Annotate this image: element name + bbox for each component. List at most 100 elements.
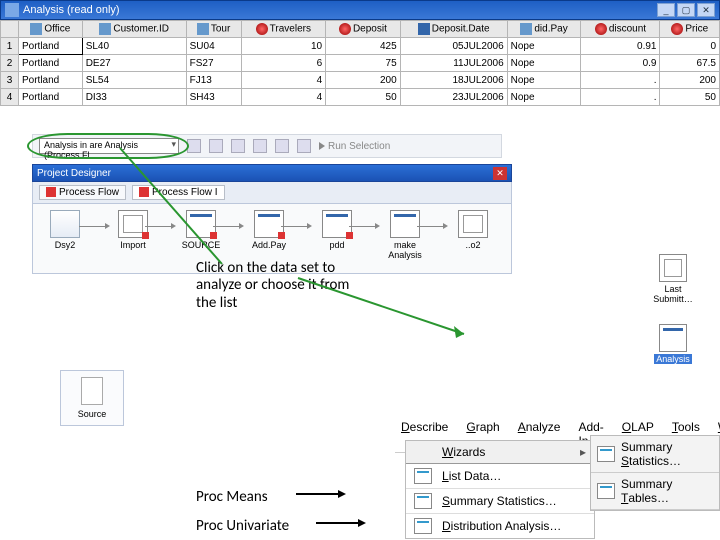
- toolbar-icon[interactable]: [297, 139, 311, 153]
- cell[interactable]: SH43: [186, 89, 241, 106]
- cell[interactable]: 05JUL2006: [400, 38, 507, 55]
- cell[interactable]: Portland: [19, 89, 83, 106]
- menu-item-summary-tables-wiz[interactable]: Summary Tables…: [591, 473, 719, 510]
- cell[interactable]: DI33: [82, 89, 186, 106]
- cell[interactable]: Portland: [19, 72, 83, 89]
- flow-node[interactable]: Dsy2: [43, 210, 87, 250]
- secondary-toolbar: Analysis in are Analysis (Process Fl… Ru…: [32, 134, 502, 158]
- cell[interactable]: Nope: [507, 89, 581, 106]
- cell[interactable]: DE27: [82, 55, 186, 72]
- cell[interactable]: 75: [326, 55, 401, 72]
- run-selection-button[interactable]: Run Selection: [319, 141, 390, 152]
- cell[interactable]: FS27: [186, 55, 241, 72]
- menu-item-summary-statistics-wiz[interactable]: Summary Statistics…: [591, 436, 719, 473]
- node-icon: [659, 254, 687, 282]
- flow-node[interactable]: ..o2: [451, 210, 495, 250]
- table-row[interactable]: 2 Portland DE27 FS27 6 75 11JUL2006 Nope…: [1, 55, 720, 72]
- menu-item-summary-statistics[interactable]: Summary Statistics…: [406, 489, 594, 514]
- cell[interactable]: 0: [660, 38, 720, 55]
- flow-node[interactable]: pdd: [315, 210, 359, 250]
- tab-process-flow[interactable]: Process Flow: [39, 185, 126, 200]
- flow-node[interactable]: Import: [111, 210, 155, 250]
- cell[interactable]: 11JUL2006: [400, 55, 507, 72]
- tab-process-flow-i[interactable]: Process Flow I: [132, 185, 225, 200]
- stats-icon: [414, 493, 432, 509]
- menu-item-distribution-analysis[interactable]: Distribution Analysis…: [406, 514, 594, 538]
- menu-item-list-data[interactable]: List Data…: [406, 464, 594, 489]
- cell[interactable]: 50: [326, 89, 401, 106]
- cell[interactable]: Nope: [507, 55, 581, 72]
- col-didpay[interactable]: did.Pay: [507, 21, 581, 38]
- flow-node[interactable]: Add.Pay: [247, 210, 291, 250]
- menu-item-wizards[interactable]: Wizards: [406, 441, 594, 464]
- cell[interactable]: Nope: [507, 72, 581, 89]
- flow-node-analysis[interactable]: Analysis: [646, 324, 700, 364]
- row-number[interactable]: 2: [1, 55, 19, 72]
- table-row[interactable]: 1 Portland SL40 SU04 10 425 05JUL2006 No…: [1, 38, 720, 55]
- flow-node[interactable]: SOURCE: [179, 210, 223, 250]
- col-deposit[interactable]: Deposit: [326, 21, 401, 38]
- table-row[interactable]: 3 Portland SL54 FJ13 4 200 18JUL2006 Nop…: [1, 72, 720, 89]
- minimize-button[interactable]: _: [657, 3, 675, 17]
- toolbar-icon[interactable]: [231, 139, 245, 153]
- list-icon: [414, 468, 432, 484]
- col-depositdate[interactable]: Deposit.Date: [400, 21, 507, 38]
- cell[interactable]: 50: [660, 89, 720, 106]
- cell[interactable]: 0.91: [581, 38, 660, 55]
- cell[interactable]: 18JUL2006: [400, 72, 507, 89]
- cell[interactable]: SL54: [82, 72, 186, 89]
- cell[interactable]: Nope: [507, 38, 581, 55]
- col-office[interactable]: Office: [19, 21, 83, 38]
- table-row[interactable]: 4 Portland DI33 SH43 4 50 23JUL2006 Nope…: [1, 89, 720, 106]
- flow-connector: [349, 226, 375, 227]
- cell[interactable]: 200: [660, 72, 720, 89]
- cell[interactable]: SU04: [186, 38, 241, 55]
- cell[interactable]: .: [581, 89, 660, 106]
- play-icon: [319, 142, 325, 150]
- toolbar-icon[interactable]: [209, 139, 223, 153]
- designer-close-button[interactable]: ✕: [493, 167, 507, 180]
- flow-node[interactable]: make Analysis: [383, 210, 427, 260]
- wizards-submenu: Summary Statistics… Summary Tables…: [590, 435, 720, 511]
- source-panel[interactable]: Source: [60, 370, 124, 426]
- data-grid[interactable]: Office Customer.ID Tour Travelers Deposi…: [0, 20, 720, 106]
- flow-connector: [213, 226, 239, 227]
- toolbar-icon[interactable]: [253, 139, 267, 153]
- cell[interactable]: 425: [326, 38, 401, 55]
- cell[interactable]: Portland: [19, 55, 83, 72]
- arrow-icon: [375, 223, 380, 229]
- cell[interactable]: 0.9: [581, 55, 660, 72]
- cell[interactable]: 4: [241, 89, 326, 106]
- row-number[interactable]: 1: [1, 38, 19, 55]
- analysis-dropdown[interactable]: Analysis in are Analysis (Process Fl…: [39, 138, 179, 154]
- flow-node-last-submitted[interactable]: Last Submitt…: [646, 254, 700, 304]
- cell[interactable]: 10: [241, 38, 326, 55]
- row-number[interactable]: 4: [1, 89, 19, 106]
- toolbar-icon[interactable]: [275, 139, 289, 153]
- col-travelers[interactable]: Travelers: [241, 21, 326, 38]
- cell[interactable]: 4: [241, 72, 326, 89]
- arrow-icon: [443, 223, 448, 229]
- toolbar-icon[interactable]: [187, 139, 201, 153]
- column-type-icon: [256, 23, 268, 35]
- label-proc-means: Proc Means: [196, 488, 268, 506]
- maximize-button[interactable]: ▢: [677, 3, 695, 17]
- col-tour[interactable]: Tour: [186, 21, 241, 38]
- col-price[interactable]: Price: [660, 21, 720, 38]
- cell[interactable]: 67.5: [660, 55, 720, 72]
- cell[interactable]: 6: [241, 55, 326, 72]
- app-icon: [5, 3, 19, 17]
- row-number[interactable]: 3: [1, 72, 19, 89]
- document-icon: [81, 377, 103, 405]
- cell[interactable]: SL40: [82, 38, 186, 55]
- side-flow-nodes: Last Submitt… Analysis: [646, 254, 700, 364]
- cell[interactable]: 23JUL2006: [400, 89, 507, 106]
- arrow-proc-means: [296, 490, 346, 498]
- cell[interactable]: FJ13: [186, 72, 241, 89]
- col-discount[interactable]: discount: [581, 21, 660, 38]
- cell[interactable]: .: [581, 72, 660, 89]
- cell[interactable]: 200: [326, 72, 401, 89]
- col-customerid[interactable]: Customer.ID: [82, 21, 186, 38]
- close-button[interactable]: ✕: [697, 3, 715, 17]
- cell[interactable]: Portland: [19, 38, 83, 55]
